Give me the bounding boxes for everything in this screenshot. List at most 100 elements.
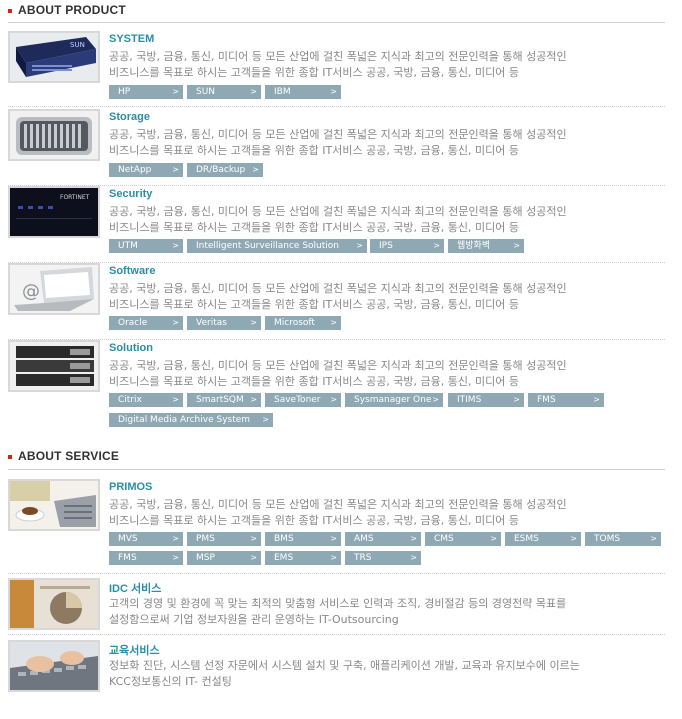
arrow-right-icon: >	[356, 241, 363, 250]
arrow-right-icon: >	[330, 318, 337, 327]
arrow-right-icon: >	[330, 395, 337, 404]
tag-label: CMS	[434, 534, 454, 544]
tag-veritas[interactable]: Veritas >	[187, 316, 261, 330]
tag-web-firewall[interactable]: 웹방화벽 >	[448, 239, 524, 253]
tag-msp[interactable]: MSP >	[187, 551, 261, 565]
section-divider	[8, 469, 665, 470]
section-divider	[8, 22, 665, 23]
tag-sysmanager-one[interactable]: Sysmanager One >	[345, 393, 443, 407]
service-description: 정보화 진단, 시스템 선정 자문에서 시스템 설치 및 구축, 애플리케이션 …	[109, 658, 629, 690]
heading-bullet	[8, 455, 12, 459]
tag-digital-media-archive[interactable]: Digital Media Archive System >	[109, 413, 273, 427]
tag-label: ITIMS	[457, 395, 482, 405]
tag-label: 웹방화벽	[457, 241, 491, 251]
description-line: 공공, 국방, 금융, 통신, 미디어 등 모든 산업에 걸친 폭넓은 지식과 …	[109, 282, 567, 295]
product-name[interactable]: Security	[109, 188, 152, 200]
section-title: ABOUT SERVICE	[18, 449, 120, 463]
service-item-education: 교육서비스 정보화 진단, 시스템 선정 자문에서 시스템 설치 및 구축, 애…	[8, 640, 665, 696]
description-line: 비즈니스를 목표로 하시는 고객들을 위한 종합 IT서비스 공공, 국방, 금…	[109, 375, 519, 388]
product-name[interactable]: Software	[109, 265, 155, 277]
tag-fms[interactable]: FMS >	[528, 393, 604, 407]
tag-esms[interactable]: ESMS >	[505, 532, 581, 546]
tag-label: HP	[118, 87, 131, 97]
tag-ems[interactable]: EMS >	[265, 551, 341, 565]
tag-intelligent-surveillance[interactable]: Intelligent Surveillance Solution >	[187, 239, 367, 253]
tag-sun[interactable]: SUN >	[187, 85, 261, 99]
arrow-right-icon: >	[172, 553, 179, 562]
description-line: 정보화 진단, 시스템 선정 자문에서 시스템 설치 및 구축, 애플리케이션 …	[109, 659, 580, 672]
tag-label: FMS	[537, 395, 556, 405]
tag-savetoner[interactable]: SaveToner >	[265, 393, 341, 407]
tag-label: AMS	[354, 534, 374, 544]
description-line: 고객의 경영 및 환경에 꼭 맞는 최적의 맞춤형 서비스로 인력과 조직, 경…	[109, 597, 567, 610]
laptop-at-icon[interactable]: @	[8, 263, 100, 315]
chart-photo-icon[interactable]	[8, 578, 100, 630]
arrow-right-icon: >	[410, 553, 417, 562]
tag-label: MVS	[118, 534, 138, 544]
arrow-right-icon: >	[250, 534, 257, 543]
description-line: 비즈니스를 목표로 하시는 고객들을 위한 종합 IT서비스 공공, 국방, 금…	[109, 144, 519, 157]
arrow-right-icon: >	[250, 87, 257, 96]
arrow-right-icon: >	[513, 395, 520, 404]
arrow-right-icon: >	[262, 415, 269, 424]
tag-mvs[interactable]: MVS >	[109, 532, 183, 546]
service-name[interactable]: 교육서비스	[109, 642, 160, 658]
tag-fms[interactable]: FMS >	[109, 551, 183, 565]
tag-ips[interactable]: IPS >	[370, 239, 444, 253]
coffee-laptop-icon[interactable]	[8, 479, 100, 531]
product-name[interactable]: Storage	[109, 111, 150, 123]
arrow-right-icon: >	[650, 534, 657, 543]
tag-ibm[interactable]: IBM >	[265, 85, 341, 99]
heading-bullet	[8, 9, 12, 13]
product-item-security: FORTINET Security 공공, 국방, 금융, 통신, 미디어 등 …	[8, 186, 665, 263]
product-item-solution: Solution 공공, 국방, 금융, 통신, 미디어 등 모든 산업에 걸친…	[8, 340, 665, 430]
tag-hp[interactable]: HP >	[109, 85, 183, 99]
tag-oracle[interactable]: Oracle >	[109, 316, 183, 330]
tag-bms[interactable]: BMS >	[265, 532, 341, 546]
service-name[interactable]: IDC 서비스	[109, 580, 161, 596]
server-rack-icon[interactable]: SUN	[8, 31, 100, 83]
arrow-right-icon: >	[172, 165, 179, 174]
product-description: 공공, 국방, 금융, 통신, 미디어 등 모든 산업에 걸친 폭넓은 지식과 …	[109, 204, 629, 236]
storage-array-icon[interactable]	[8, 109, 100, 161]
blade-server-icon[interactable]	[8, 340, 100, 392]
description-line: KCC정보통신의 IT- 컨설팅	[109, 675, 232, 688]
arrow-right-icon: >	[410, 534, 417, 543]
arrow-right-icon: >	[172, 318, 179, 327]
svg-text:SUN: SUN	[70, 41, 85, 49]
tag-label: Veritas	[196, 318, 227, 328]
tag-ams[interactable]: AMS >	[345, 532, 421, 546]
service-name[interactable]: PRIMOS	[109, 481, 152, 493]
tag-label: DR/Backup	[196, 165, 246, 175]
tag-microsoft[interactable]: Microsoft >	[265, 316, 341, 330]
firewall-appliance-icon[interactable]: FORTINET	[8, 186, 100, 238]
keyboard-hands-icon[interactable]	[8, 640, 100, 692]
product-name[interactable]: SYSTEM	[109, 33, 154, 45]
tag-netapp[interactable]: NetApp >	[109, 163, 183, 177]
product-item-system: SUN SYSTEM 공공, 국방, 금융, 통신, 미디어 등 모든 산업에 …	[8, 31, 665, 107]
service-item-idc: IDC 서비스 고객의 경영 및 환경에 꼭 맞는 최적의 맞춤형 서비스로 인…	[8, 578, 665, 635]
tag-label: BMS	[274, 534, 294, 544]
tag-dr-backup[interactable]: DR/Backup >	[187, 163, 263, 177]
tag-citrix[interactable]: Citrix >	[109, 393, 183, 407]
tag-cms[interactable]: CMS >	[425, 532, 501, 546]
service-item-primos: PRIMOS 공공, 국방, 금융, 통신, 미디어 등 모든 산업에 걸친 폭…	[8, 479, 665, 574]
tag-toms[interactable]: TOMS >	[585, 532, 661, 546]
arrow-right-icon: >	[250, 553, 257, 562]
tag-pms[interactable]: PMS >	[187, 532, 261, 546]
product-description: 공공, 국방, 금융, 통신, 미디어 등 모든 산업에 걸친 폭넓은 지식과 …	[109, 358, 629, 390]
section-title: ABOUT PRODUCT	[18, 3, 126, 17]
svg-text:FORTINET: FORTINET	[60, 194, 90, 201]
tag-trs[interactable]: TRS >	[345, 551, 421, 565]
arrow-right-icon: >	[250, 395, 257, 404]
service-description: 고객의 경영 및 환경에 꼭 맞는 최적의 맞춤형 서비스로 인력과 조직, 경…	[109, 596, 629, 628]
description-line: 공공, 국방, 금융, 통신, 미디어 등 모든 산업에 걸친 폭넓은 지식과 …	[109, 50, 567, 63]
arrow-right-icon: >	[330, 553, 337, 562]
tag-label: Oracle	[118, 318, 148, 328]
product-name[interactable]: Solution	[109, 342, 153, 354]
description-line: 비즈니스를 목표로 하시는 고객들을 위한 종합 IT서비스 공공, 국방, 금…	[109, 514, 519, 527]
tag-smartsqm[interactable]: SmartSQM >	[187, 393, 261, 407]
svg-text:@: @	[22, 281, 40, 302]
tag-utm[interactable]: UTM >	[109, 239, 183, 253]
tag-itims[interactable]: ITIMS >	[448, 393, 524, 407]
